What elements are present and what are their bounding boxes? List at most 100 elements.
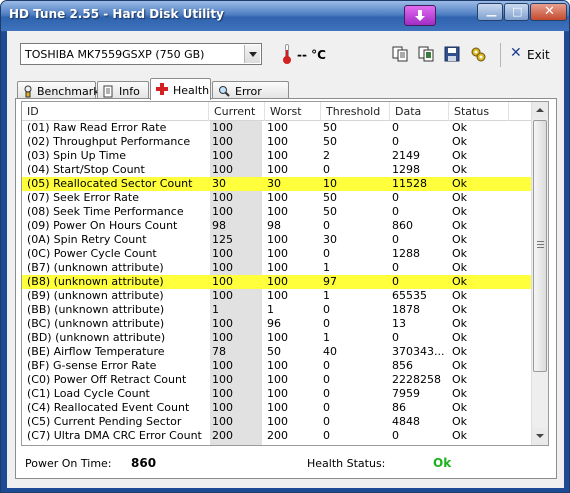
close-button[interactable]: ✕ [530,3,567,21]
table-row[interactable]: (C1) Load Cycle Count 100 100 0 7959 Ok [22,387,532,401]
table-row[interactable]: (08) Seek Time Performance 100 100 50 0 Ok [22,205,532,219]
cell-id: (07) Seek Error Rate [27,191,139,204]
table-row[interactable]: (BC) (unknown attribute) 100 96 0 13 Ok [22,317,532,331]
exit-button[interactable]: ✕ Exit [507,43,553,65]
table-row[interactable]: (BF) G-sense Error Rate 100 100 0 856 Ok [22,359,532,373]
cell-current: 100 [212,317,233,330]
table-row[interactable]: (02) Throughput Performance 100 100 50 0 Ok [22,135,532,149]
cell-id: (0A) Spin Retry Count [27,233,147,246]
power-on-time-value: 860 [131,456,157,470]
cell-data: 0 [392,429,399,442]
scrollbar-thumb[interactable] [533,120,547,372]
power-on-time-label: Power On Time: [25,457,112,470]
chevron-down-icon[interactable] [244,45,260,63]
save-icon[interactable] [443,45,461,63]
tab-info[interactable]: Info [97,81,149,99]
table-row[interactable]: (BB) (unknown attribute) 1 1 0 1878 Ok [22,303,532,317]
toolbar-separator [500,43,501,67]
vertical-scrollbar[interactable] [531,102,548,445]
tab-error-scan[interactable]: Error Scan [212,81,289,111]
column-header-current[interactable]: Current [209,102,265,121]
maximize-button[interactable]: □ [504,3,529,21]
cell-id: (C0) Power Off Retract Count [27,373,187,386]
cell-current: 100 [212,121,233,134]
table-row[interactable]: (0C) Power Cycle Count 100 100 0 1288 Ok [22,247,532,261]
table-row[interactable]: (05) Reallocated Sector Count 30 30 10 11528… [22,177,532,191]
cell-data: 4848 [392,415,420,428]
column-header-status[interactable]: Status [449,102,509,121]
table-row[interactable]: (BD) (unknown attribute) 100 100 1 0 Ok [22,331,532,345]
cell-threshold: 0 [323,415,330,428]
cell-threshold: 2 [323,149,330,162]
cell-current: 100 [212,205,233,218]
column-header-worst[interactable]: Worst [265,102,321,121]
download-icon[interactable] [404,5,436,26]
column-header-data[interactable]: Data [390,102,449,121]
table-row[interactable]: (03) Spin Up Time 100 100 2 2149 Ok [22,149,532,163]
cell-id: (04) Start/Stop Count [27,163,145,176]
tab-benchmark[interactable]: Benchmark [17,81,100,99]
list-header: ID Current Worst Threshold Data Status [22,102,532,121]
cell-threshold: 0 [323,317,330,330]
cell-status: Ok [452,219,468,232]
copy-icon[interactable] [391,45,409,63]
cell-id: (09) Power On Hours Count [27,219,178,232]
cell-status: Ok [452,177,468,190]
cell-id: (BF) G-sense Error Rate [27,359,157,372]
cell-current: 100 [212,149,233,162]
cell-id: (02) Throughput Performance [27,135,191,148]
scroll-up-arrow-icon[interactable] [532,102,548,119]
table-row[interactable]: (C5) Current Pending Sector 100 100 0 4848 Ok [22,415,532,429]
table-row[interactable]: (B7) (unknown attribute) 100 100 1 0 Ok [22,261,532,275]
tab-benchmark-label: Benchmark [37,85,100,98]
health-status-label: Health Status: [307,457,386,470]
cell-current: 100 [212,191,233,204]
cell-data: 1298 [392,163,420,176]
minimize-button[interactable]: — [477,3,503,22]
cell-current: 1 [212,303,219,316]
cell-worst: 100 [267,387,288,400]
window-title: HD Tune 2.55 - Hard Disk Utility [9,7,224,21]
options-icon[interactable] [469,45,487,63]
table-row[interactable]: (B9) (unknown attribute) 100 100 1 65535 Ok [22,289,532,303]
cell-status: Ok [452,233,468,246]
cell-threshold: 10 [323,177,337,190]
cell-id: (05) Reallocated Sector Count [27,177,193,190]
cell-threshold: 1 [323,331,330,344]
status-footer: Power On Time: 860 Health Status: Ok [16,449,556,477]
drive-select[interactable]: TOSHIBA MK7559GSXP (750 GB) [20,43,262,65]
cell-id: (08) Seek Time Performance [27,205,184,218]
cell-id: (B9) (unknown attribute) [27,289,164,302]
table-row[interactable]: (C0) Power Off Retract Count 100 100 0 22282… [22,373,532,387]
cell-status: Ok [452,289,468,302]
table-row[interactable]: (B8) (unknown attribute) 100 100 97 0 Ok [22,275,532,289]
copy-all-icon[interactable] [417,45,435,63]
cell-worst: 100 [267,275,288,288]
cell-data: 0 [392,331,399,344]
cell-worst: 100 [267,205,288,218]
cell-current: 100 [212,289,233,302]
scroll-down-arrow-icon[interactable] [532,428,548,445]
cell-data: 11528 [392,177,427,190]
table-row[interactable]: (01) Raw Read Error Rate 100 100 50 0 Ok [22,121,532,135]
table-row[interactable]: (C4) Reallocated Event Count 100 100 0 86 Ok [22,401,532,415]
table-row[interactable]: (BE) Airflow Temperature 78 50 40 370343... O… [22,345,532,359]
cell-threshold: 0 [323,373,330,386]
cell-current: 30 [212,177,226,190]
title-bar[interactable]: HD Tune 2.55 - Hard Disk Utility — □ ✕ [1,1,569,31]
cell-current: 100 [212,331,233,344]
column-header-id[interactable]: ID [22,102,209,121]
table-row[interactable]: (0A) Spin Retry Count 125 100 30 0 Ok [22,233,532,247]
cell-id: (C1) Load Cycle Count [27,387,150,400]
table-row[interactable]: (04) Start/Stop Count 100 100 0 1298 Ok [22,163,532,177]
cell-worst: 100 [267,401,288,414]
table-row[interactable]: (09) Power On Hours Count 98 98 0 860 Ok [22,219,532,233]
cell-worst: 100 [267,121,288,134]
table-row[interactable]: (C7) Ultra DMA CRC Error Count 200 200 0 0 Ok [22,429,532,443]
tab-health[interactable]: Health [150,78,211,100]
cell-id: (B8) (unknown attribute) [27,275,164,288]
smart-attribute-list[interactable]: ID Current Worst Threshold Data Status (… [21,101,549,446]
column-header-threshold[interactable]: Threshold [321,102,390,121]
table-row[interactable]: (07) Seek Error Rate 100 100 50 0 Ok [22,191,532,205]
tab-health-label: Health [173,84,210,97]
